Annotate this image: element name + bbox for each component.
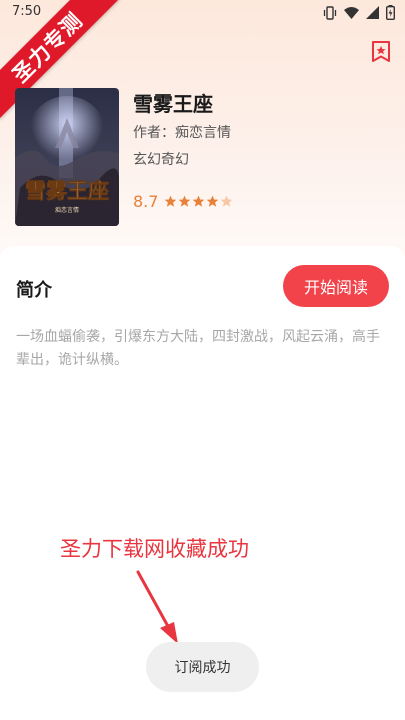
star-icon	[221, 195, 233, 207]
toast: 订阅成功	[146, 642, 259, 692]
cover-title-text: 雪雾王座	[25, 178, 109, 203]
rating: 8.7	[133, 192, 234, 211]
book-cover-art: 雪雾王座 痴恋言情	[15, 88, 119, 226]
star-icon	[207, 195, 219, 207]
rating-score: 8.7	[133, 192, 159, 211]
cover-author-text: 痴恋言情	[55, 206, 79, 214]
intro-title: 简介	[16, 280, 52, 301]
bookmark-button[interactable]	[370, 40, 392, 64]
battery-icon	[386, 5, 395, 20]
wifi-icon	[344, 7, 359, 19]
status-time: 7:50	[12, 4, 42, 19]
book-author: 作者：痴恋言情	[133, 125, 231, 141]
star-icon	[165, 195, 177, 207]
book-genre: 玄幻奇幻	[133, 152, 189, 168]
signal-icon	[366, 6, 379, 19]
star-icon	[179, 195, 191, 207]
rating-stars	[164, 195, 234, 208]
start-reading-button[interactable]: 开始阅读	[283, 265, 389, 307]
book-title: 雪雾王座	[133, 92, 213, 116]
intro-text: 一场血蝠偷袭，引爆东方大陆，四封激战，风起云涌，高手辈出，诡计纵横。	[16, 329, 380, 368]
star-icon	[193, 195, 205, 207]
status-icons	[323, 5, 395, 20]
bookmark-star-icon	[372, 41, 390, 62]
annotation-text: 圣力下载网收藏成功	[60, 537, 249, 561]
vibrate-icon	[323, 5, 337, 20]
book-cover[interactable]: 雪雾王座 痴恋言情	[15, 88, 119, 226]
annotation-arrow-icon	[136, 570, 178, 644]
